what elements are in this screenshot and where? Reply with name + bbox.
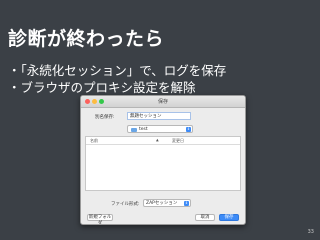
folder-select[interactable]: test ⇕	[127, 125, 193, 133]
folder-icon	[131, 128, 137, 132]
cancel-button[interactable]: 取消	[195, 214, 215, 221]
column-header-name[interactable]: 名前	[90, 138, 98, 144]
file-list[interactable]: 名前 ▲ 変更日	[85, 136, 241, 191]
dialog-titlebar: 保存	[81, 96, 245, 108]
column-header-date[interactable]: 変更日	[172, 138, 184, 144]
save-button[interactable]: 保存	[219, 214, 239, 221]
save-as-label: 別名保存:	[95, 115, 115, 120]
save-dialog: 保存 別名保存: 無題セッション test ⇕ 名前 ▲ 変更日 ファイル形式:…	[80, 95, 246, 225]
file-list-header: 名前 ▲ 変更日	[86, 137, 240, 145]
bullet-item: ・ブラウザのプロキシ設定を解除	[8, 80, 196, 95]
save-as-input[interactable]: 無題セッション	[127, 112, 191, 120]
bullet-list: ・「永続化セッション」で、ログを保存 ・ブラウザのプロキシ設定を解除	[8, 62, 226, 96]
chevron-updown-icon: ⇕	[186, 127, 191, 132]
folder-name: test	[139, 127, 148, 132]
bullet-item: ・「永続化セッション」で、ログを保存	[8, 63, 227, 78]
dialog-title: 保存	[157, 99, 168, 105]
file-format-value: ZAPセッション	[146, 201, 178, 206]
page-number: 33	[307, 229, 314, 235]
sort-indicator-icon: ▲	[156, 138, 159, 142]
file-format-label: ファイル形式:	[111, 202, 140, 207]
chevron-updown-icon: ⇕	[184, 201, 189, 206]
slide-title: 診断が終わったら	[8, 28, 165, 50]
file-format-select[interactable]: ZAPセッション ⇕	[143, 199, 191, 207]
new-folder-button[interactable]: 新規フォルダ	[87, 214, 113, 224]
